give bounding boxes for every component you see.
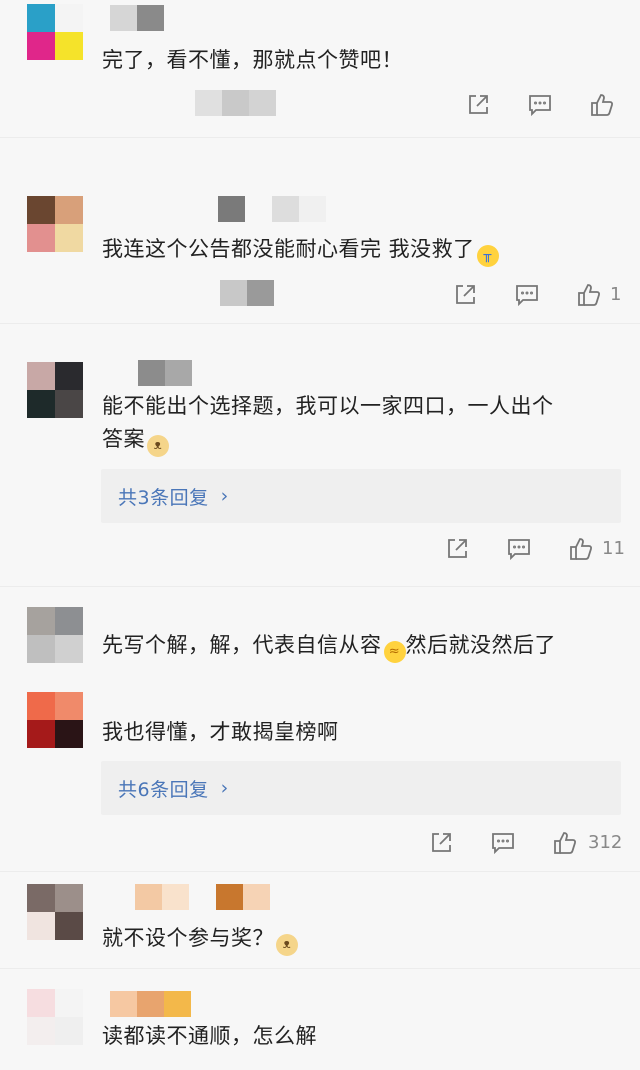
like-count: 312 — [588, 832, 623, 853]
username-redacted[interactable] — [110, 5, 164, 31]
comment-item: 读都读不通顺，怎么解 — [0, 969, 640, 1070]
view-replies-button[interactable]: 共6条回复 › — [101, 761, 621, 815]
comment-icon[interactable] — [514, 282, 540, 308]
comment-text: 读都读不通顺，怎么解 — [102, 1024, 317, 1048]
action-bar: 1 — [0, 282, 640, 312]
comment-text: 就不设个参与奖？ ᴥ — [102, 923, 298, 956]
comment-item: 完了，看不懂，那就点个赞吧！ — [0, 0, 640, 135]
username-redacted[interactable] — [138, 360, 192, 386]
comment-text: 我连这个公告都没能耐心看完 我没救了 ╥ — [102, 234, 499, 267]
username-redacted[interactable] — [110, 991, 191, 1017]
view-replies-button[interactable]: 共3条回复 › — [101, 469, 621, 523]
comment-text-after: 然后就没然后了 — [405, 633, 556, 657]
username-redacted[interactable] — [108, 884, 270, 910]
comment-item: 我连这个公告都没能耐心看完 我没救了 ╥ 1 — [0, 138, 640, 323]
grinning-emoji-icon: ≈ — [383, 641, 406, 663]
comment-icon[interactable] — [490, 830, 516, 856]
comment-text: 先写个解，解，代表自信从容 ≈ 然后就没然后了 — [102, 630, 556, 663]
thumbs-up-icon[interactable] — [552, 830, 578, 856]
avatar[interactable] — [27, 607, 83, 663]
avatar[interactable] — [27, 884, 83, 940]
replies-count-link[interactable]: 共6条回复 — [118, 775, 209, 802]
comment-text-before: 先写个解，解，代表自信从容 — [102, 633, 382, 657]
avatar[interactable] — [27, 692, 83, 748]
comment-text-content: 我连这个公告都没能耐心看完 我没救了 — [102, 237, 475, 261]
avatar[interactable] — [27, 196, 83, 252]
share-icon[interactable] — [444, 536, 470, 562]
username-redacted[interactable] — [218, 196, 326, 222]
comment-item: 我也得懂，才敢揭皇榜啊 共6条回复 › 312 — [0, 677, 640, 877]
comment-icon[interactable] — [527, 92, 553, 118]
comment-icon[interactable] — [506, 536, 532, 562]
action-bar: 11 — [0, 536, 640, 566]
comment-text: 完了，看不懂，那就点个赞吧！ — [102, 48, 403, 72]
doge-emoji-icon: ᴥ — [147, 435, 169, 457]
thumbs-up-icon[interactable] — [589, 92, 615, 118]
avatar[interactable] — [27, 989, 83, 1045]
like-count: 1 — [610, 284, 622, 305]
comment-text: 我也得懂，才敢揭皇榜啊 — [102, 720, 339, 744]
share-icon[interactable] — [428, 830, 454, 856]
doge-emoji-icon: ᴥ — [276, 934, 298, 956]
thumbs-up-icon[interactable] — [568, 536, 594, 562]
thumbs-up-icon[interactable] — [576, 282, 602, 308]
comment-item: 能不能出个选择题，我可以一家四口，一人出个 答案 ᴥ 共3条回复 › 11 — [0, 324, 640, 584]
comment-item: 先写个解，解，代表自信从容 ≈ 然后就没然后了 — [0, 587, 640, 677]
comment-text-content: 就不设个参与奖？ — [102, 926, 274, 950]
avatar[interactable] — [27, 4, 83, 60]
comment-text-content: 答案 — [102, 427, 145, 451]
comment-text-line1: 能不能出个选择题，我可以一家四口，一人出个 — [102, 394, 554, 418]
replies-count-link[interactable]: 共3条回复 — [118, 483, 209, 510]
share-icon[interactable] — [452, 282, 478, 308]
chevron-right-icon: › — [220, 485, 229, 507]
like-count: 11 — [602, 538, 625, 559]
share-icon[interactable] — [465, 92, 491, 118]
avatar[interactable] — [27, 362, 83, 418]
crying-emoji-icon: ╥ — [476, 245, 499, 267]
action-bar — [0, 92, 640, 122]
chevron-right-icon: › — [220, 777, 229, 799]
action-bar: 312 — [0, 830, 640, 860]
comment-item: 就不设个参与奖？ ᴥ — [0, 872, 640, 967]
comment-text-line2: 答案 ᴥ — [102, 424, 169, 457]
